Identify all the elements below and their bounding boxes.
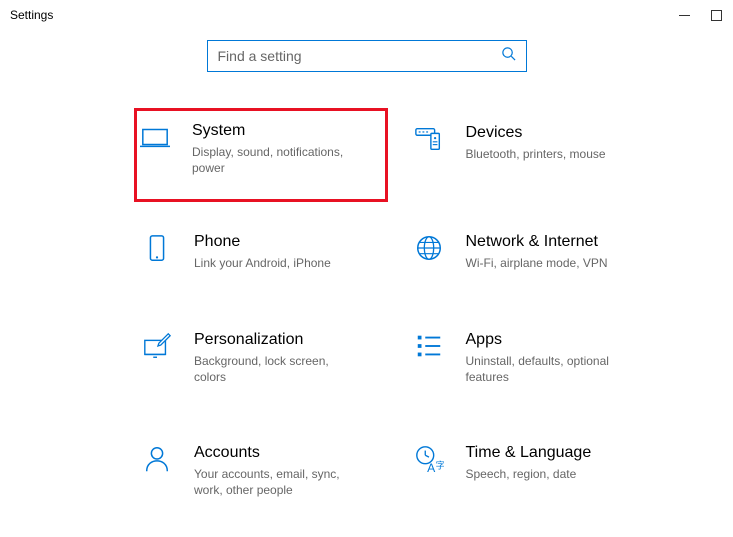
search-input[interactable] — [218, 48, 478, 64]
devices-icon — [414, 124, 444, 154]
paintbrush-icon — [142, 331, 172, 361]
tile-desc: Uninstall, defaults, optional features — [466, 353, 636, 385]
maximize-icon — [711, 10, 722, 21]
tile-apps[interactable]: Apps Uninstall, defaults, optional featu… — [412, 329, 654, 387]
maximize-button[interactable] — [709, 0, 723, 30]
svg-text:字: 字 — [435, 459, 443, 470]
window-controls — [677, 0, 733, 30]
settings-grid: System Display, sound, notifications, po… — [0, 72, 733, 500]
minimize-button[interactable] — [677, 0, 691, 30]
globe-icon — [414, 233, 444, 263]
tile-desc: Display, sound, notifications, power — [192, 144, 362, 176]
apps-list-icon — [414, 331, 444, 361]
person-icon — [142, 444, 172, 474]
tile-title: Phone — [194, 233, 331, 251]
tile-desc: Link your Android, iPhone — [194, 255, 331, 271]
phone-icon — [142, 233, 172, 263]
tile-title: Apps — [466, 331, 636, 349]
tile-title: Time & Language — [466, 444, 592, 462]
search-container — [0, 40, 733, 72]
titlebar: Settings — [0, 0, 733, 30]
tile-accounts[interactable]: Accounts Your accounts, email, sync, wor… — [140, 442, 382, 500]
tile-title: System — [192, 122, 362, 140]
tile-title: Personalization — [194, 331, 364, 349]
display-icon — [140, 122, 170, 152]
tile-devices[interactable]: Devices Bluetooth, printers, mouse — [412, 122, 654, 176]
search-box[interactable] — [207, 40, 527, 72]
tile-phone[interactable]: Phone Link your Android, iPhone — [140, 231, 382, 273]
tile-desc: Background, lock screen, colors — [194, 353, 364, 385]
tile-desc: Your accounts, email, sync, work, other … — [194, 466, 364, 498]
tile-network[interactable]: Network & Internet Wi-Fi, airplane mode,… — [412, 231, 654, 273]
window-title: Settings — [10, 8, 53, 22]
tile-desc: Speech, region, date — [466, 466, 592, 482]
time-language-icon: A字 — [414, 444, 444, 474]
tile-title: Network & Internet — [466, 233, 608, 251]
tile-title: Accounts — [194, 444, 364, 462]
tile-time-language[interactable]: A字 Time & Language Speech, region, date — [412, 442, 654, 500]
tile-system[interactable]: System Display, sound, notifications, po… — [134, 108, 388, 202]
tile-title: Devices — [466, 124, 606, 142]
tile-personalization[interactable]: Personalization Background, lock screen,… — [140, 329, 382, 387]
tile-desc: Bluetooth, printers, mouse — [466, 146, 606, 162]
search-icon — [501, 46, 516, 66]
minimize-icon — [679, 10, 690, 21]
tile-desc: Wi-Fi, airplane mode, VPN — [466, 255, 608, 271]
